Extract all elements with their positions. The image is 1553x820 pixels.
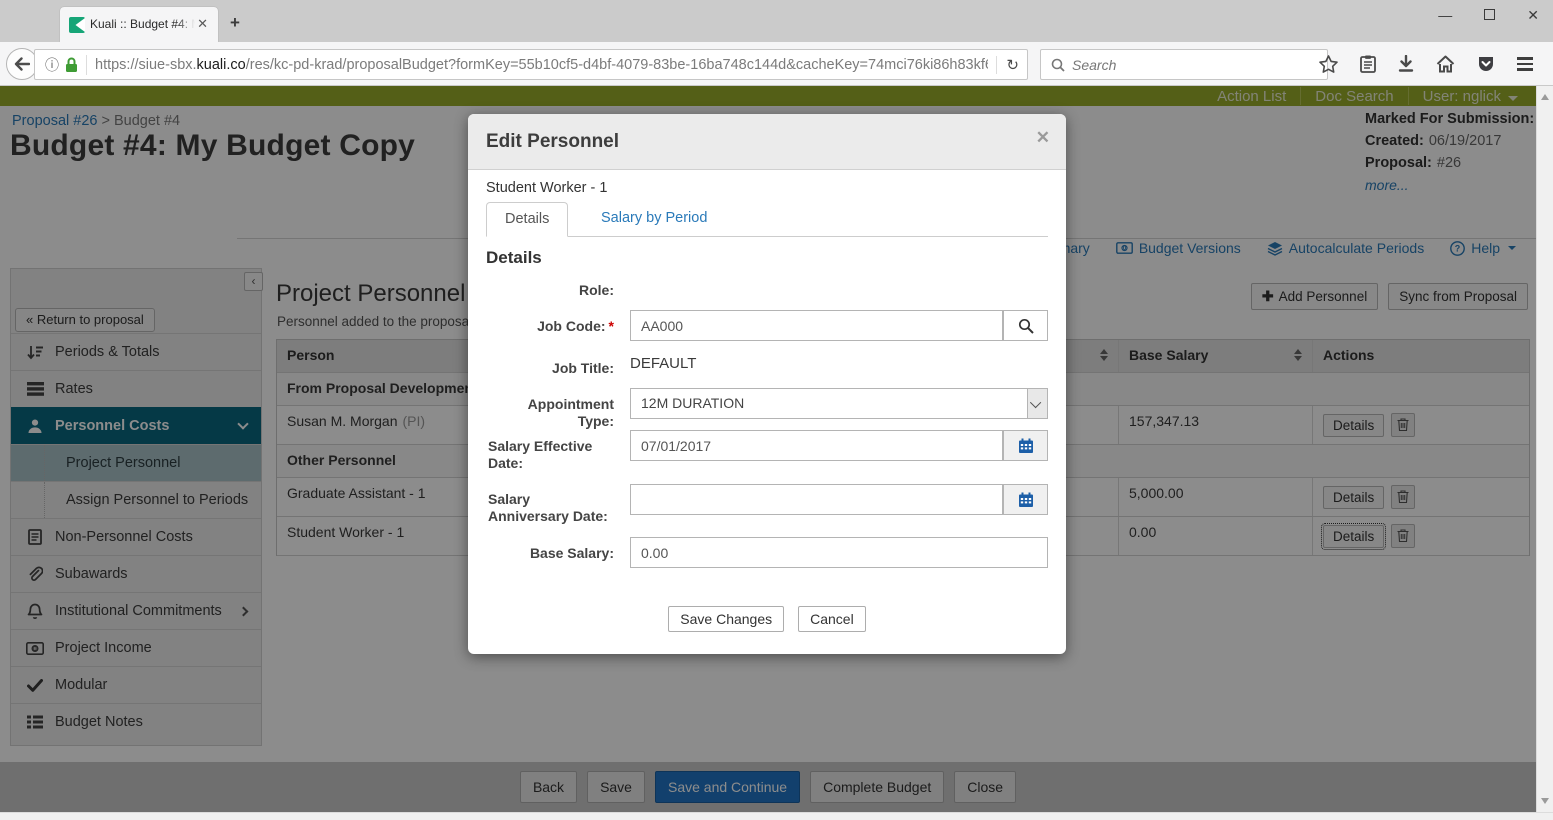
window-maximize-icon[interactable] <box>1484 9 1495 20</box>
required-marker: * <box>609 318 614 334</box>
vertical-scrollbar[interactable] <box>1536 86 1553 812</box>
salary-effective-date-label: Salary Effective Date: <box>488 438 614 472</box>
role-label: Role: <box>488 282 614 299</box>
search-icon <box>1051 58 1065 72</box>
salary-anniversary-date-label: Salary Anniversary Date: <box>488 491 614 525</box>
tab-close-icon[interactable]: ✕ <box>197 16 208 32</box>
appointment-type-label: Appointment Type: <box>488 396 614 430</box>
browser-tab[interactable]: Kuali :: Budget #4: My Budge ✕ <box>60 7 218 42</box>
kuali-favicon <box>69 17 85 33</box>
modal-close-icon[interactable]: ✕ <box>1036 128 1050 148</box>
job-code-input[interactable] <box>630 310 1003 341</box>
pocket-shield-icon[interactable] <box>1477 55 1495 73</box>
salary-effective-date-picker-button[interactable] <box>1003 430 1048 461</box>
appointment-type-value: 12M DURATION <box>641 395 744 411</box>
clipboard-icon[interactable] <box>1360 55 1376 73</box>
home-icon[interactable] <box>1436 55 1455 73</box>
reload-icon[interactable]: ↻ <box>996 56 1019 74</box>
select-arrow-icon <box>1027 389 1047 418</box>
window-minimize-icon[interactable]: — <box>1438 4 1452 26</box>
scroll-up-icon[interactable] <box>1541 94 1549 100</box>
modal-title: Edit Personnel <box>486 131 619 153</box>
tab-salary-by-period[interactable]: Salary by Period <box>583 202 725 237</box>
scroll-down-icon[interactable] <box>1541 798 1549 804</box>
horizontal-scrollbar[interactable] <box>0 812 1553 820</box>
details-section-heading: Details <box>486 248 542 268</box>
job-code-lookup-button[interactable] <box>1003 310 1048 341</box>
base-salary-label: Base Salary: <box>488 545 614 562</box>
page-info-icon[interactable]: ⓘ <box>45 55 59 75</box>
salary-anniversary-date-picker-button[interactable] <box>1003 484 1048 515</box>
cancel-button[interactable]: Cancel <box>798 606 866 632</box>
modal-tabs: Details Salary by Period <box>486 202 1048 237</box>
browser-window: Kuali :: Budget #4: My Budge ✕ + — ✕ ⓘ h… <box>0 0 1553 820</box>
new-tab-button[interactable]: + <box>230 13 240 33</box>
menu-hamburger-icon[interactable] <box>1517 57 1533 70</box>
job-title-value: DEFAULT <box>630 355 696 372</box>
tab-details[interactable]: Details <box>486 202 568 237</box>
calendar-icon <box>1018 492 1034 508</box>
appointment-type-select[interactable]: 12M DURATION <box>630 388 1048 419</box>
search-input[interactable] <box>1072 57 1327 73</box>
base-salary-input[interactable] <box>630 537 1048 568</box>
save-changes-button[interactable]: Save Changes <box>668 606 784 632</box>
url-text[interactable]: https://siue-sbx.kuali.co/res/kc-pd-krad… <box>95 57 988 73</box>
url-divider <box>86 55 87 75</box>
window-titlebar: Kuali :: Budget #4: My Budge ✕ + — ✕ <box>0 0 1553 42</box>
job-code-label: Job Code:* <box>488 318 614 335</box>
job-title-label: Job Title: <box>488 360 614 377</box>
modal-header: Edit Personnel ✕ <box>468 114 1066 170</box>
calendar-icon <box>1018 438 1034 454</box>
secure-lock-icon[interactable] <box>65 57 78 73</box>
salary-anniversary-date-input[interactable] <box>630 484 1003 515</box>
tab-title: Kuali :: Budget #4: My Budge <box>90 17 195 33</box>
download-icon[interactable] <box>1398 55 1414 73</box>
browser-search[interactable] <box>1040 49 1328 80</box>
window-close-icon[interactable]: ✕ <box>1527 4 1539 26</box>
url-bar[interactable]: ⓘ https://siue-sbx.kuali.co/res/kc-pd-kr… <box>34 49 1028 80</box>
bookmark-star-icon[interactable] <box>1319 55 1338 73</box>
back-arrow-icon <box>14 57 30 71</box>
edit-personnel-modal: Edit Personnel ✕ Student Worker - 1 Deta… <box>468 114 1066 654</box>
salary-effective-date-input[interactable] <box>630 430 1003 461</box>
magnifier-icon <box>1018 318 1034 334</box>
browser-toolbar: ⓘ https://siue-sbx.kuali.co/res/kc-pd-kr… <box>0 42 1553 86</box>
modal-person-name: Student Worker - 1 <box>486 180 607 196</box>
